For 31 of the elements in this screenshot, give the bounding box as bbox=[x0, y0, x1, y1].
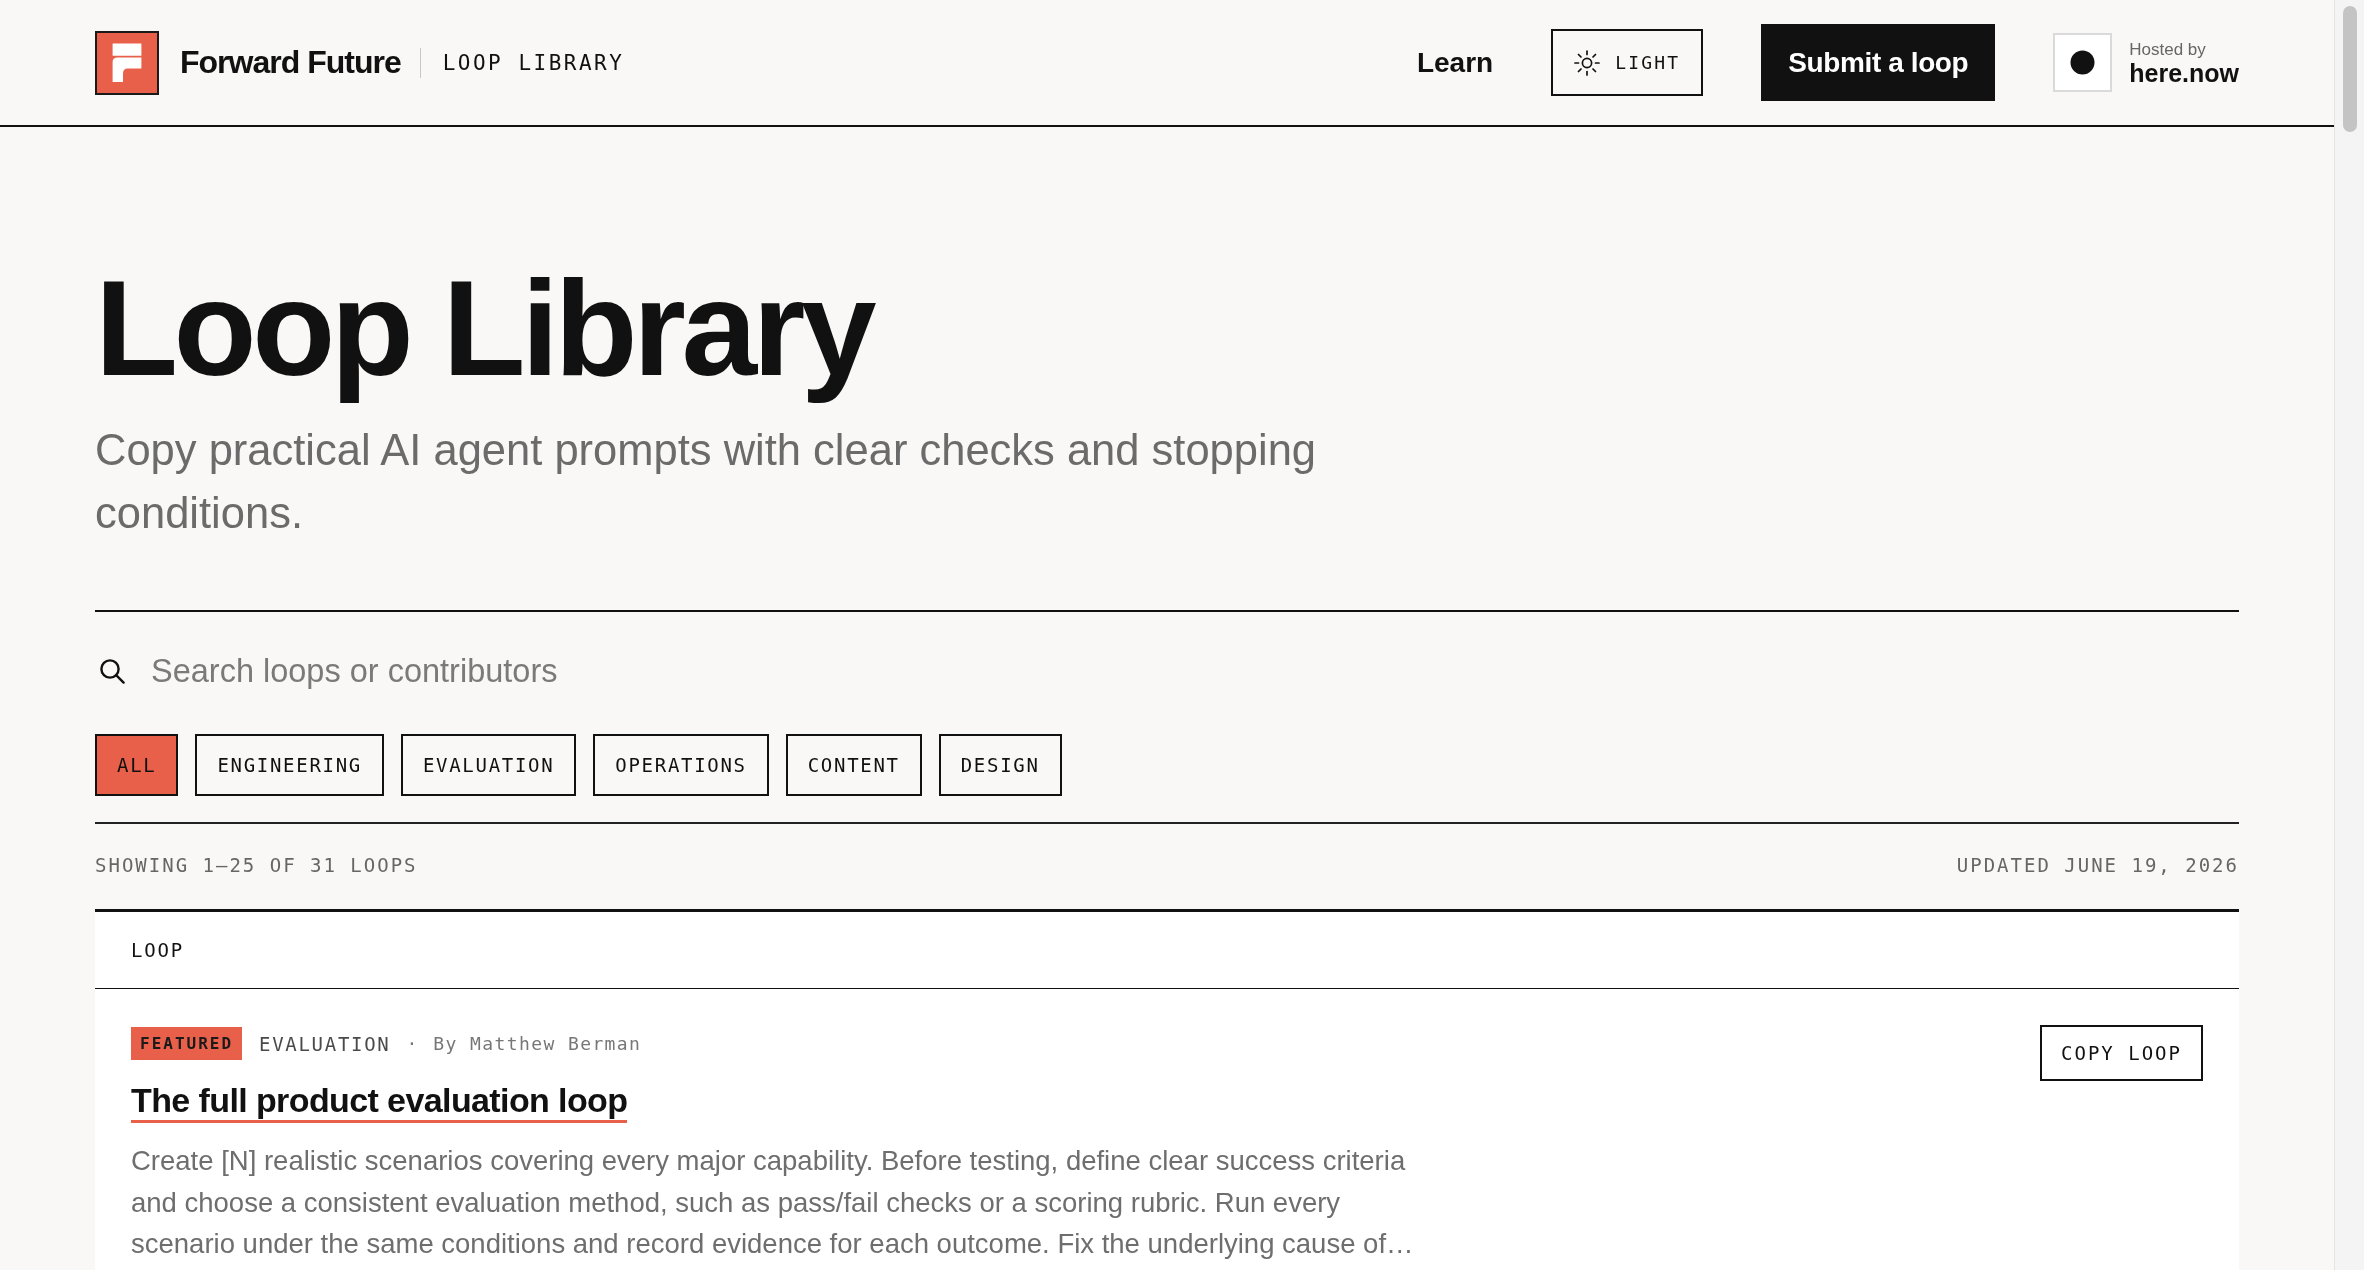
author-name: By Matthew Berman bbox=[433, 1033, 642, 1054]
filter-button[interactable]: OPERATIONS bbox=[593, 734, 769, 796]
learn-link[interactable]: Learn bbox=[1416, 46, 1494, 79]
filter-button[interactable]: EVALUATION bbox=[400, 734, 577, 796]
theme-toggle-button[interactable]: LIGHT bbox=[1551, 29, 1704, 96]
filter-button[interactable]: ALL bbox=[95, 734, 179, 796]
filter-button[interactable]: CONTENT bbox=[785, 734, 922, 796]
featured-badge: FEATURED bbox=[131, 1027, 243, 1060]
submit-loop-button[interactable]: Submit a loop bbox=[1761, 24, 1996, 101]
meta-separator: · bbox=[406, 1033, 418, 1054]
loop-title-link[interactable]: The full product evaluation loop bbox=[131, 1080, 628, 1123]
scrollbar-thumb[interactable] bbox=[2342, 6, 2357, 132]
search-field[interactable]: Search loops or contributors bbox=[151, 648, 851, 694]
brand-name: Forward Future bbox=[180, 44, 401, 81]
category-label: EVALUATION bbox=[259, 1032, 391, 1055]
logo-icon[interactable] bbox=[95, 30, 159, 95]
filter-button[interactable]: DESIGN bbox=[938, 734, 1062, 796]
host-name: here.now bbox=[2129, 59, 2239, 86]
copy-loop-button[interactable]: COPY LOOP bbox=[2040, 1025, 2203, 1081]
page-title: Loop Library bbox=[95, 251, 875, 406]
loop-description: Create [N] realistic scenarios covering every major capability. Before testing, define clear success criteria and choose a consistent evaluation method, such as pass/fail checks or a scoring rubric. Run every scenario under the same conditions and record evidence for each outcome. Fix the underlying cause of… bbox=[131, 1144, 1415, 1261]
filter-button[interactable]: ENGINEERING bbox=[195, 734, 384, 796]
dot-logo-icon[interactable] bbox=[2053, 33, 2113, 92]
updated-date: UPDATED JUNE 19, 2026 bbox=[1956, 853, 2239, 877]
section-label: LOOP LIBRARY bbox=[442, 50, 625, 75]
hosted-by-label: Hosted by bbox=[2129, 39, 2207, 60]
page-subtitle: Copy practical AI agent prompts with clear checks and stopping conditions. bbox=[95, 425, 1318, 539]
column-header: LOOP bbox=[131, 939, 184, 961]
sun-icon bbox=[1574, 49, 1601, 76]
search-icon bbox=[99, 658, 125, 684]
results-count: SHOWING 1–25 OF 31 LOOPS bbox=[95, 853, 418, 877]
